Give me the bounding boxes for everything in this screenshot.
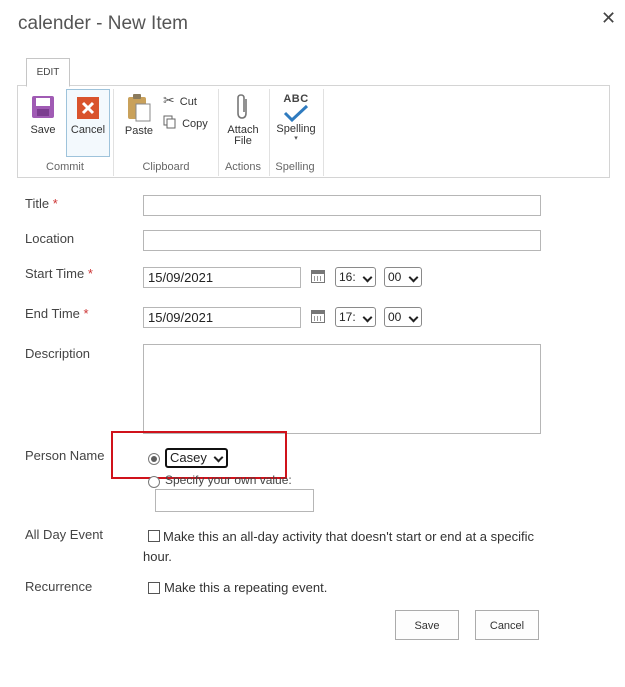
- end-minute-select[interactable]: 00: [384, 307, 422, 327]
- tab-edit[interactable]: EDIT: [26, 58, 70, 87]
- start-date-input[interactable]: 15/09/2021: [143, 267, 301, 288]
- spelling-group-label: Spelling: [275, 161, 315, 173]
- chevron-down-icon: [408, 272, 419, 283]
- commit-group-label: Commit: [46, 161, 84, 173]
- person-name-select[interactable]: Casey: [165, 448, 228, 468]
- copy-label: Copy: [182, 118, 208, 130]
- scissors-icon: ✂: [163, 92, 175, 108]
- chevron-down-icon: [362, 272, 373, 283]
- cancel-ribbon-button[interactable]: Cancel: [67, 95, 109, 145]
- dialog-title: calender - New Item: [18, 13, 189, 34]
- save-ribbon-button[interactable]: Save: [25, 95, 61, 145]
- copy-button[interactable]: Copy: [163, 115, 213, 131]
- cut-button[interactable]: ✂ Cut: [163, 92, 209, 108]
- spelling-label: Spelling: [276, 123, 316, 135]
- calendar-icon[interactable]: [311, 270, 325, 283]
- checkmark-icon: [283, 104, 309, 122]
- end-hour-select[interactable]: 17:: [335, 307, 376, 327]
- recurrence-label: Recurrence: [25, 579, 93, 594]
- all-day-description: Make this an all-day activity that doesn…: [143, 529, 534, 564]
- group-separator: [218, 89, 219, 176]
- chevron-down-icon: [362, 312, 373, 323]
- description-textarea[interactable]: [143, 344, 541, 434]
- spelling-button[interactable]: ABC Spelling ▾: [274, 93, 318, 153]
- paste-button[interactable]: Paste: [121, 93, 157, 143]
- recurrence-description: Make this a repeating event.: [164, 580, 328, 595]
- save-icon: [32, 96, 54, 118]
- cancel-icon: [77, 97, 99, 119]
- paste-label: Paste: [124, 125, 154, 137]
- close-icon[interactable]: ✕: [601, 8, 616, 29]
- start-hour-select[interactable]: 16:: [335, 267, 376, 287]
- chevron-down-icon: [408, 312, 419, 323]
- specify-own-value-input[interactable]: [155, 489, 314, 512]
- attach-label-line2: File: [234, 135, 252, 147]
- chevron-down-icon: ▾: [294, 135, 298, 142]
- specify-own-value-label: Specify your own value:: [165, 473, 292, 487]
- group-separator: [113, 89, 114, 176]
- end-date-input[interactable]: 15/09/2021: [143, 307, 301, 328]
- description-label: Description: [25, 346, 91, 361]
- cancel-ribbon-label: Cancel: [70, 124, 106, 136]
- actions-group-label: Actions: [224, 161, 262, 173]
- cut-label: Cut: [179, 96, 197, 108]
- paperclip-icon: [237, 94, 247, 119]
- spelling-abc-icon: ABC: [283, 93, 309, 105]
- person-name-label: Person Name: [25, 448, 105, 463]
- attach-file-button[interactable]: Attach File: [224, 93, 262, 151]
- start-minute-select[interactable]: 00: [384, 267, 422, 287]
- group-separator: [323, 89, 324, 176]
- end-time-label: End Time *: [25, 306, 89, 321]
- chevron-down-icon: [213, 452, 224, 463]
- clipboard-group-label: Clipboard: [142, 161, 190, 173]
- cancel-button[interactable]: Cancel: [475, 610, 539, 640]
- save-button[interactable]: Save: [395, 610, 459, 640]
- person-choice-radio[interactable]: [148, 453, 160, 465]
- calendar-icon[interactable]: [311, 310, 325, 323]
- recurrence-checkbox[interactable]: [148, 582, 160, 594]
- all-day-event-label: All Day Event: [25, 527, 104, 542]
- specify-own-value-radio[interactable]: [148, 476, 160, 488]
- location-input[interactable]: [143, 230, 541, 251]
- start-time-label: Start Time *: [25, 266, 93, 281]
- title-label: Title *: [25, 196, 58, 211]
- copy-icon: [163, 115, 176, 129]
- location-label: Location: [25, 231, 75, 246]
- group-separator: [269, 89, 270, 176]
- title-input[interactable]: [143, 195, 541, 216]
- paste-icon: [128, 94, 151, 122]
- save-ribbon-label: Save: [30, 124, 56, 136]
